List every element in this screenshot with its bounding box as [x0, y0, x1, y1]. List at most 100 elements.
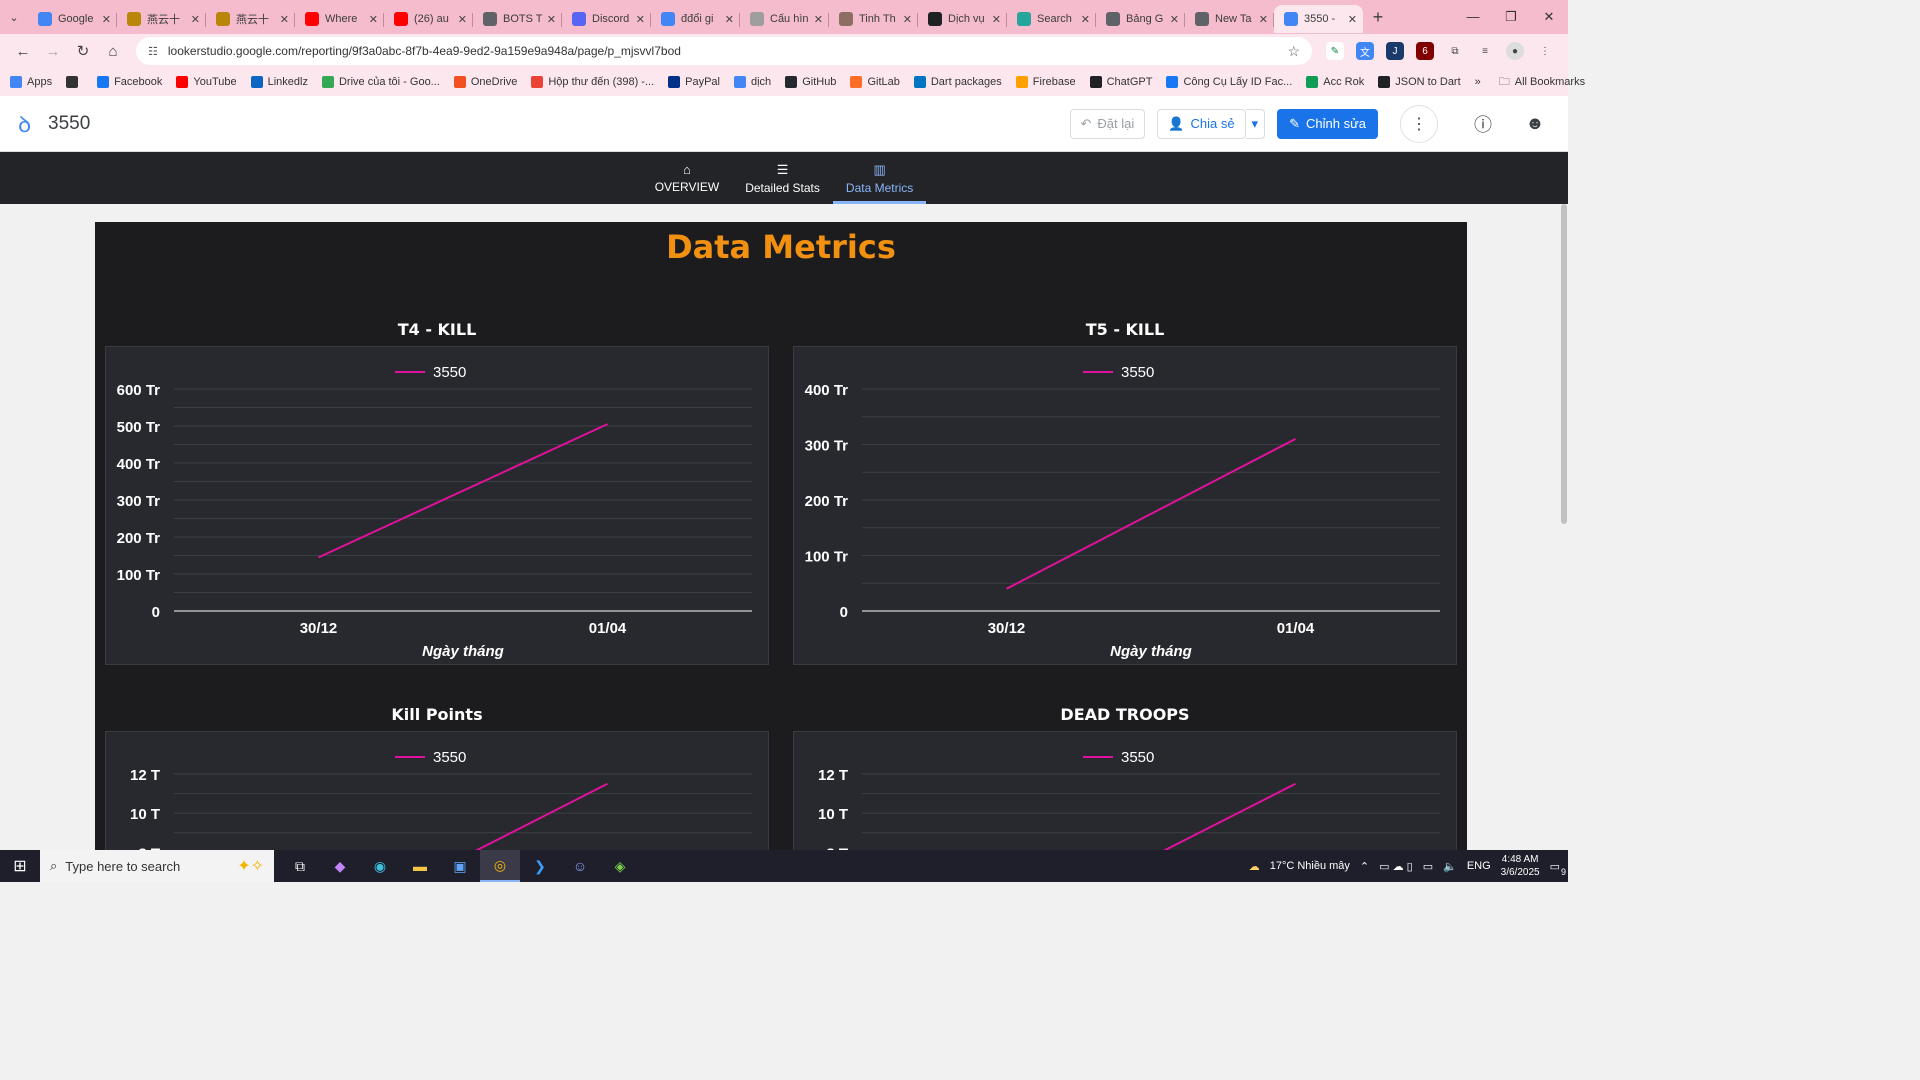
looker-studio-logo-icon[interactable]: ꝺ: [18, 109, 44, 139]
browser-tab[interactable]: Discord ✕: [562, 5, 651, 33]
tab-close-icon[interactable]: ✕: [1348, 13, 1357, 26]
notification-icon[interactable]: ▭ 9: [1550, 860, 1566, 877]
browser-tab[interactable]: Google ✕: [28, 5, 117, 33]
j-extension-icon[interactable]: J: [1386, 42, 1404, 60]
tab-close-icon[interactable]: ✕: [636, 13, 645, 26]
chart-dead-troops[interactable]: 35508 T10 T12 T30/1201/04: [793, 731, 1457, 850]
bookmark-item[interactable]: Apps: [10, 76, 52, 88]
share-button[interactable]: 👤 Chia sẻ: [1157, 108, 1246, 139]
clock[interactable]: 4:48 AM 3/6/2025: [1501, 853, 1540, 879]
windows-start-icon[interactable]: ⊞: [0, 856, 40, 876]
file-explorer-icon[interactable]: ▬: [400, 850, 440, 882]
bookmark-item[interactable]: ChatGPT: [1089, 76, 1152, 88]
nav-overview[interactable]: ⌂ OVERVIEW: [642, 152, 732, 204]
tab-close-icon[interactable]: ✕: [725, 13, 734, 26]
restore-icon[interactable]: ❐: [1492, 9, 1530, 25]
task-view-icon[interactable]: ⧉: [280, 850, 320, 882]
chart-t4-kill[interactable]: 3550 0 100 Tr 200 Tr 300 Tr 400 Tr 500 Tr 600 T…: [105, 346, 769, 665]
more-bookmarks-chevron-icon[interactable]: »: [1475, 76, 1481, 88]
bookmark-item[interactable]: Drive của tôi - Goo...: [321, 76, 440, 88]
tab-close-icon[interactable]: ✕: [1259, 13, 1268, 26]
browser-tab[interactable]: Cấu hìn ✕: [740, 5, 829, 33]
store-icon[interactable]: ▣: [440, 850, 480, 882]
bookmark-item[interactable]: Hộp thư đến (398) -...: [531, 76, 654, 88]
browser-tab[interactable]: đđổi gi ✕: [651, 5, 740, 33]
account-avatar-icon[interactable]: ☻: [1520, 113, 1550, 134]
weather-cloud-icon[interactable]: ☁: [1249, 860, 1260, 873]
reload-icon[interactable]: ↻: [68, 42, 98, 60]
tab-close-icon[interactable]: ✕: [1170, 13, 1179, 26]
edge-icon[interactable]: ◉: [360, 850, 400, 882]
browser-tab[interactable]: Search ✕: [1007, 5, 1096, 33]
browser-tab[interactable]: Dịch vụ ✕: [918, 5, 1007, 33]
tab-close-icon[interactable]: ✕: [280, 13, 289, 26]
reset-button[interactable]: ↶ Đặt lại: [1069, 108, 1146, 139]
tab-close-icon[interactable]: ✕: [903, 13, 912, 26]
tray-app-icons[interactable]: ▭ ☁ ▯: [1379, 860, 1413, 873]
copilot-icon[interactable]: ◆: [320, 850, 360, 882]
tab-close-icon[interactable]: ✕: [814, 13, 823, 26]
volume-icon[interactable]: 🔈: [1443, 860, 1457, 873]
browser-tab[interactable]: (26) au ✕: [384, 5, 473, 33]
bookmark-item[interactable]: PayPal: [668, 76, 720, 88]
more-options-button[interactable]: ⋮: [1400, 104, 1438, 143]
browser-tab[interactable]: 燕云十 ✕: [117, 5, 206, 33]
translate-extension-icon[interactable]: 文: [1356, 42, 1374, 60]
bookmark-item[interactable]: Firebase: [1015, 76, 1076, 88]
browser-tab[interactable]: Tinh Th ✕: [829, 5, 918, 33]
share-dropdown-button[interactable]: ▾: [1245, 108, 1266, 139]
back-arrow-icon[interactable]: ←: [8, 43, 38, 60]
bookmark-item[interactable]: dịch: [734, 76, 771, 88]
new-tab-button[interactable]: +: [1363, 7, 1393, 28]
bookmark-item[interactable]: GitLab: [850, 76, 900, 88]
taskbar-search-box[interactable]: ⌕ Type here to search ✦✧: [40, 850, 274, 882]
vscode-icon[interactable]: ❯: [520, 850, 560, 882]
report-title[interactable]: 3550: [48, 113, 90, 135]
discord-taskbar-icon[interactable]: ☺: [560, 850, 600, 882]
bookmark-item[interactable]: [66, 76, 83, 88]
bookmark-star-icon[interactable]: ☆: [1287, 43, 1300, 60]
bookmark-item[interactable]: OneDrive: [453, 76, 517, 88]
all-bookmarks-folder[interactable]: 🗀 All Bookmarks: [1499, 73, 1585, 92]
bookmark-item[interactable]: Acc Rok: [1306, 76, 1364, 88]
bookmark-item[interactable]: JSON to Dart: [1378, 76, 1461, 88]
address-bar[interactable]: ☷ lookerstudio.google.com/reporting/9f3a…: [136, 37, 1312, 65]
nav-data-metrics[interactable]: ▥ Data Metrics: [832, 152, 927, 204]
bookmark-item[interactable]: Facebook: [97, 76, 162, 88]
help-icon[interactable]: ⓘ: [1468, 111, 1498, 137]
bookmark-item[interactable]: Dart packages: [913, 76, 1002, 88]
browser-menu-icon[interactable]: ⋮: [1536, 42, 1554, 60]
page-scrollbar[interactable]: [1560, 204, 1568, 850]
chrome-icon[interactable]: ◎: [480, 850, 520, 882]
edit-button[interactable]: ✎ Chỉnh sửa: [1277, 108, 1378, 139]
media-control-icon[interactable]: ≡: [1476, 42, 1494, 60]
tab-close-icon[interactable]: ✕: [369, 13, 378, 26]
tab-search-chevron-icon[interactable]: ⌄: [0, 0, 28, 34]
forward-arrow-icon[interactable]: →: [38, 43, 68, 60]
browser-tab[interactable]: 燕云十 ✕: [206, 5, 295, 33]
tab-close-icon[interactable]: ✕: [1081, 13, 1090, 26]
tab-close-icon[interactable]: ✕: [992, 13, 1001, 26]
minimize-icon[interactable]: —: [1454, 9, 1492, 25]
site-info-icon[interactable]: ☷: [148, 45, 158, 58]
bookmark-item[interactable]: GitHub: [785, 76, 836, 88]
close-window-icon[interactable]: ✕: [1530, 9, 1568, 25]
browser-tab[interactable]: BOTS T ✕: [473, 5, 562, 33]
tab-close-icon[interactable]: ✕: [191, 13, 200, 26]
browser-tab[interactable]: Bảng G ✕: [1096, 5, 1185, 33]
tab-close-icon[interactable]: ✕: [102, 13, 111, 26]
bookmark-item[interactable]: YouTube: [176, 76, 237, 88]
weather-text[interactable]: 17°C Nhiều mây: [1270, 860, 1350, 872]
tab-close-icon[interactable]: ✕: [458, 13, 467, 26]
nav-detailed-stats[interactable]: ☰ Detailed Stats: [732, 152, 833, 204]
tray-chevron-up-icon[interactable]: ⌃: [1360, 860, 1369, 873]
ublock-extension-icon[interactable]: 6: [1416, 42, 1434, 60]
bookmark-item[interactable]: Linkedlz: [250, 76, 308, 88]
url-text[interactable]: lookerstudio.google.com/reporting/9f3a0a…: [168, 44, 1288, 58]
bookmark-item[interactable]: Công Cụ Lấy ID Fac...: [1166, 76, 1292, 88]
browser-tab[interactable]: Where ✕: [295, 5, 384, 33]
chart-t5-kill[interactable]: 3550 0 100 Tr 200 Tr 300 Tr 400 Tr 30/12 01/04 N…: [793, 346, 1457, 665]
chart-kill-points[interactable]: 35508 T10 T12 T30/1201/04: [105, 731, 769, 850]
network-icon[interactable]: ▭: [1423, 860, 1433, 873]
scrollbar-thumb[interactable]: [1561, 204, 1567, 524]
